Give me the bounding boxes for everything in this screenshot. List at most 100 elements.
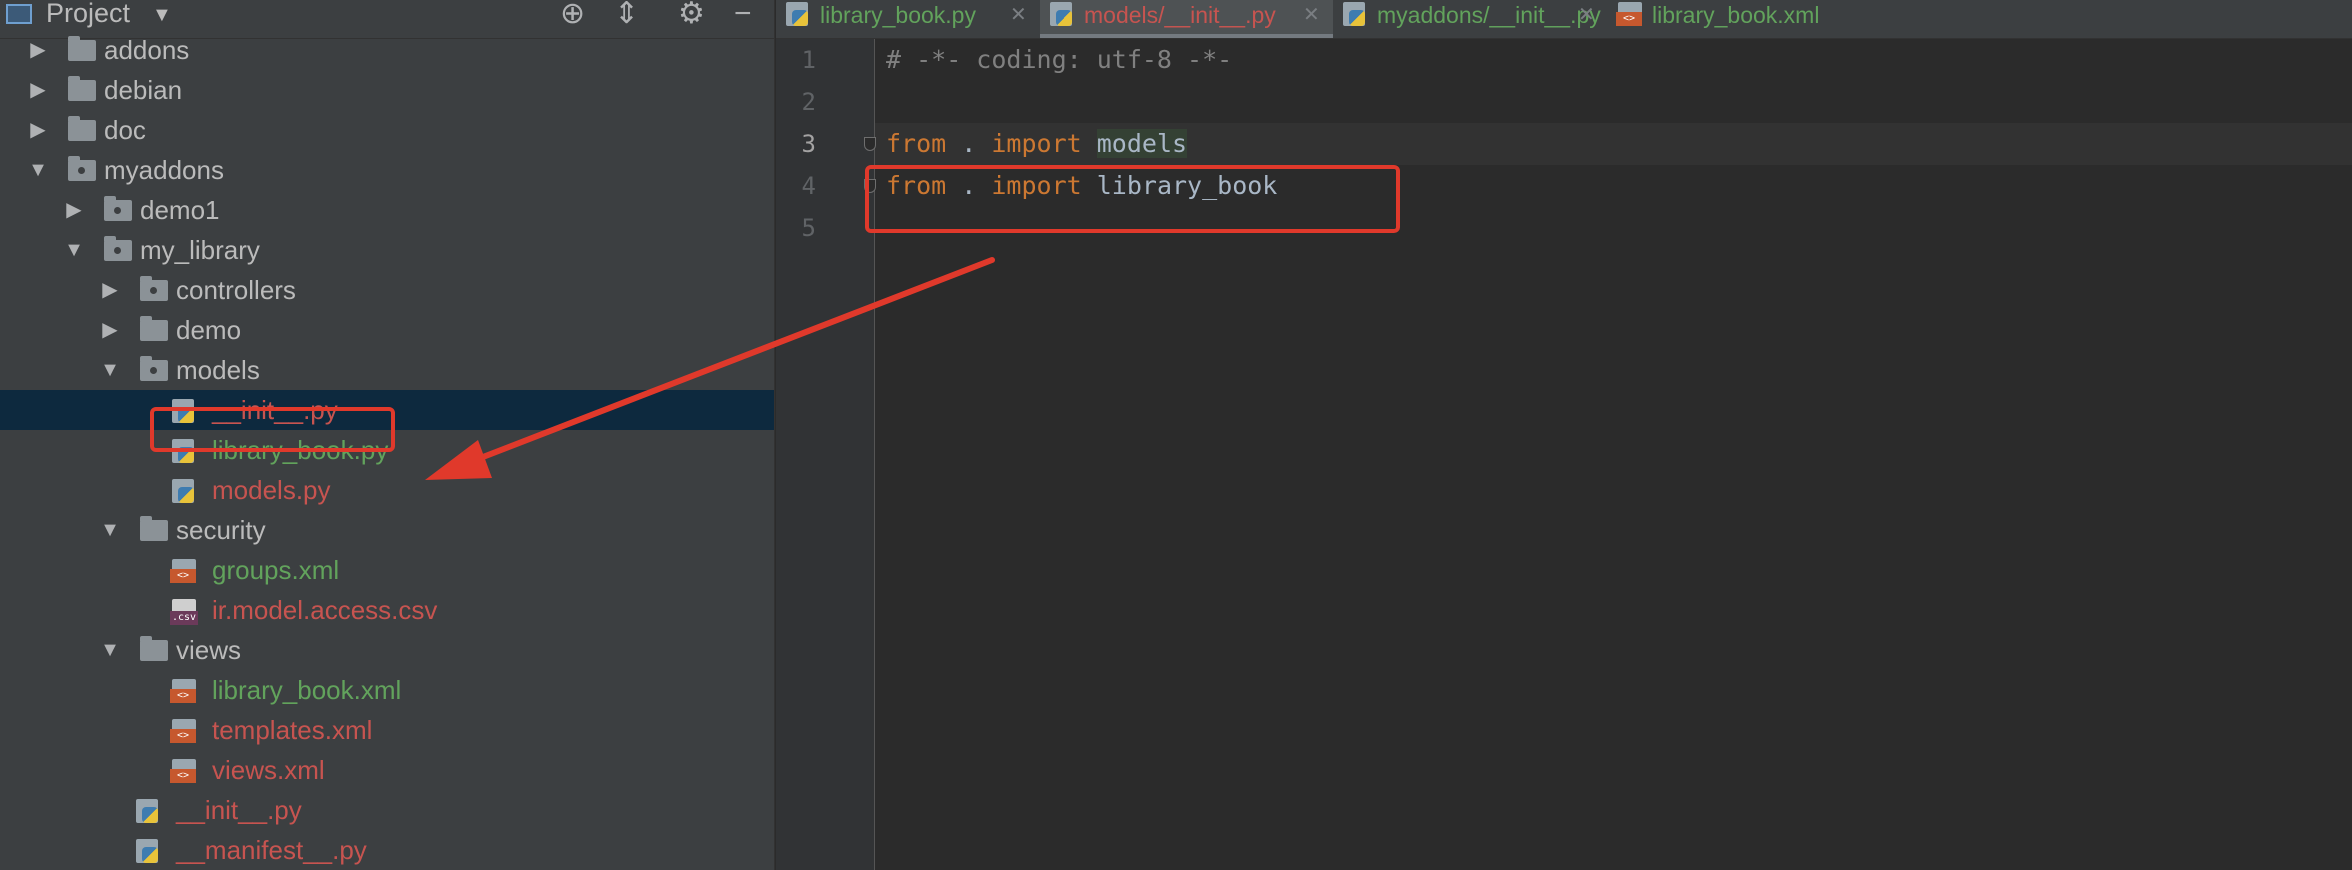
project-panel-title[interactable]: Project (46, 0, 130, 29)
line-number: 2 (801, 88, 816, 116)
tab-library-book-py[interactable]: library_book.py ✕ (776, 0, 1040, 38)
package-folder-icon (68, 156, 96, 181)
tree-item-label: debian (104, 75, 183, 105)
tree-item-my-library[interactable]: ▼ my_library (0, 230, 774, 270)
line-number-gutter: 1 2 3 4 5 (776, 39, 876, 870)
fold-marker-icon[interactable] (864, 137, 876, 151)
minimize-icon[interactable]: − (734, 0, 752, 30)
gear-icon[interactable]: ⚙ (678, 0, 705, 30)
tree-item-security[interactable]: ▼ security (0, 510, 774, 550)
line-number: 4 (801, 172, 816, 200)
package-folder-icon (140, 356, 168, 381)
xml-file-icon (170, 759, 196, 783)
expand-arrow-down-icon[interactable]: ▼ (64, 230, 84, 270)
tree-item-label: views.xml (212, 755, 325, 785)
editor-tab-bar: library_book.py ✕ models/__init__.py ✕ myadd… (776, 0, 2352, 39)
expand-arrow-down-icon[interactable]: ▼ (100, 510, 120, 550)
code-token: models (1096, 129, 1188, 158)
tree-item-myaddons[interactable]: ▼ myaddons (0, 150, 774, 190)
project-window-icon (6, 4, 32, 24)
tree-item-views-xml[interactable]: views.xml (0, 750, 774, 790)
tree-item-controllers[interactable]: ▶ controllers (0, 270, 774, 310)
xml-file-icon (1616, 2, 1642, 26)
folder-icon (140, 316, 168, 341)
tab-label: myaddons/__init__.py (1377, 2, 1601, 28)
code-token: from (886, 129, 947, 158)
xml-file-icon (170, 719, 196, 743)
tree-item-library-book-xml[interactable]: library_book.xml (0, 670, 774, 710)
folder-icon (68, 36, 96, 61)
expand-arrow-right-icon[interactable]: ▶ (64, 190, 84, 230)
folder-icon (68, 116, 96, 141)
tree-item-doc[interactable]: ▶ doc (0, 110, 774, 150)
expand-arrow-down-icon[interactable]: ▼ (100, 630, 120, 670)
csv-file-icon (170, 599, 198, 625)
python-file-icon (1050, 2, 1072, 26)
expand-arrow-right-icon[interactable]: ▶ (100, 270, 120, 310)
tree-item-groups-xml[interactable]: groups.xml (0, 550, 774, 590)
close-tab-icon[interactable]: ✕ (1010, 0, 1027, 30)
tab-library-book-xml[interactable]: library_book.xml (1608, 0, 1908, 38)
code-line[interactable]: from . import models (886, 123, 1188, 165)
expand-arrow-right-icon[interactable]: ▶ (28, 110, 48, 150)
expand-arrow-right-icon[interactable]: ▶ (100, 310, 120, 350)
tree-item-label: views (176, 635, 242, 665)
annotation-box-init-file (150, 407, 395, 452)
python-file-icon (136, 839, 158, 863)
tree-item-label: controllers (176, 275, 296, 305)
close-tab-icon[interactable]: ✕ (1578, 0, 1595, 30)
line-number: 3 (801, 130, 816, 158)
tree-item-models[interactable]: ▼ models (0, 350, 774, 390)
tree-item-label: demo (176, 315, 242, 345)
tree-item-label: __manifest__.py (176, 835, 367, 865)
folder-icon (140, 516, 168, 541)
tree-item-models-py[interactable]: models.py (0, 470, 774, 510)
tree-item-demo[interactable]: ▶ demo (0, 310, 774, 350)
expand-arrow-down-icon[interactable]: ▼ (28, 150, 48, 190)
chevron-down-icon[interactable]: ▼ (152, 4, 172, 27)
expand-arrow-right-icon[interactable]: ▶ (28, 70, 48, 110)
tab-myaddons-init-py[interactable]: myaddons/__init__.py ✕ (1333, 0, 1608, 38)
tree-item-label: models (176, 355, 260, 385)
package-folder-icon (140, 276, 168, 301)
tree-item-label: demo1 (140, 195, 220, 225)
tree-item-demo1[interactable]: ▶ demo1 (0, 190, 774, 230)
tab-label: library_book.py (820, 2, 976, 28)
tree-item-label: models.py (212, 475, 331, 505)
python-file-icon (136, 799, 158, 823)
tab-models-init-py[interactable]: models/__init__.py ✕ (1040, 0, 1333, 38)
tree-item-templates-xml[interactable]: templates.xml (0, 710, 774, 750)
tab-label: library_book.xml (1652, 2, 1820, 28)
close-tab-icon[interactable]: ✕ (1303, 0, 1320, 30)
tree-item-label: groups.xml (212, 555, 340, 585)
python-file-icon (172, 479, 194, 503)
python-file-icon (1343, 2, 1365, 26)
tree-item-label: __init__.py (176, 795, 302, 825)
code-token: import (991, 129, 1082, 158)
tree-item-label: doc (104, 115, 146, 145)
tree-item-label: security (176, 515, 266, 545)
tree-item-ir-model-access-csv[interactable]: ir.model.access.csv (0, 590, 774, 630)
code-editor[interactable]: 1 2 3 4 5 # -*- coding: utf-8 -*- from . impo… (776, 39, 2352, 870)
tree-item-label: myaddons (104, 155, 224, 185)
code-line[interactable]: # -*- coding: utf-8 -*- (886, 39, 1232, 81)
tree-item-addons[interactable]: ▶ addons (0, 30, 774, 70)
tree-item-debian[interactable]: ▶ debian (0, 70, 774, 110)
expand-arrow-down-icon[interactable]: ▼ (100, 350, 120, 390)
expand-arrow-right-icon[interactable]: ▶ (28, 30, 48, 70)
tree-item-views[interactable]: ▼ views (0, 630, 774, 670)
package-folder-icon (104, 196, 132, 221)
collapse-all-icon[interactable]: ⇕ (614, 0, 639, 30)
code-token: # -*- coding: utf-8 -*- (886, 45, 1233, 74)
tree-item-init-py[interactable]: __init__.py (0, 790, 774, 830)
python-file-icon (786, 2, 808, 26)
annotation-box-import-line (865, 165, 1400, 233)
tree-item-manifest-py[interactable]: __manifest__.py (0, 830, 774, 870)
tab-label: models/__init__.py (1084, 2, 1276, 28)
code-token: . (946, 129, 992, 158)
line-number: 1 (801, 46, 816, 74)
tree-item-label: my_library (140, 235, 260, 265)
locate-file-icon[interactable]: ⊕ (560, 0, 585, 30)
package-folder-icon (104, 236, 132, 261)
